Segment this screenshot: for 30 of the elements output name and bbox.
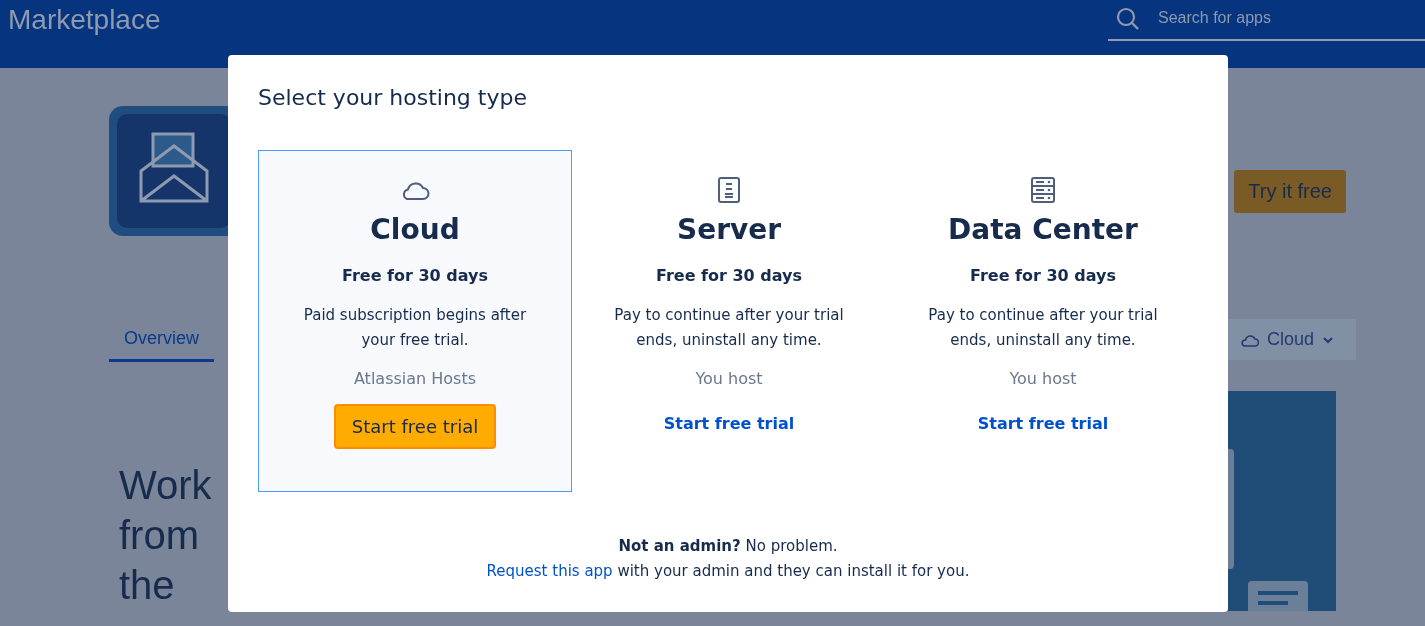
option-name: Cloud: [370, 213, 460, 246]
option-name: Server: [677, 213, 781, 246]
option-description: Paid subscription begins after your free trial.: [302, 305, 528, 351]
host-label: You host: [695, 369, 763, 388]
start-trial-link[interactable]: Start free trial: [977, 414, 1109, 433]
chevron-icon: [1322, 335, 1334, 344]
host-label: You host: [1009, 369, 1077, 388]
headline-text: from: [119, 512, 200, 559]
search-field[interactable]: Search for apps: [1108, 0, 1425, 41]
start-trial-button[interactable]: Start free trial: [333, 404, 497, 449]
server-rack-icon: [1031, 177, 1055, 203]
headline-text: Work: [119, 462, 213, 509]
trial-length: Free for 30 days: [342, 266, 488, 285]
search-icon: [1116, 7, 1140, 31]
marketplace-title: Marketplace: [8, 4, 161, 36]
document-icon: [718, 177, 740, 203]
request-note: Request this app with your admin and they can install it for you.: [486, 561, 970, 582]
host-label: Atlassian Hosts: [353, 369, 477, 388]
dialog-title: Select your hosting type: [258, 85, 528, 110]
hosting-option-card[interactable]: Cloud Free for 30 days Paid subscription begins after your free trial. Atlassian Hosts Start free trial: [258, 150, 572, 492]
start-trial-link[interactable]: Start free trial: [663, 414, 795, 433]
cloud-icon: [1240, 332, 1259, 347]
option-name: Data Center: [948, 213, 1138, 246]
request-app-link[interactable]: Request this app: [486, 562, 613, 580]
trial-length: Free for 30 days: [970, 266, 1116, 285]
trial-length: Free for 30 days: [656, 266, 802, 285]
option-description: Pay to continue after your trial ends, uninstall any time.: [613, 305, 845, 351]
headline-text: the: [119, 562, 176, 609]
hosting-option-card[interactable]: Server Free for 30 days Pay to continue after your trial ends, uninstall any time. You host Start free trial: [572, 150, 886, 492]
admin-note: Not an admin? No problem.: [618, 536, 838, 557]
